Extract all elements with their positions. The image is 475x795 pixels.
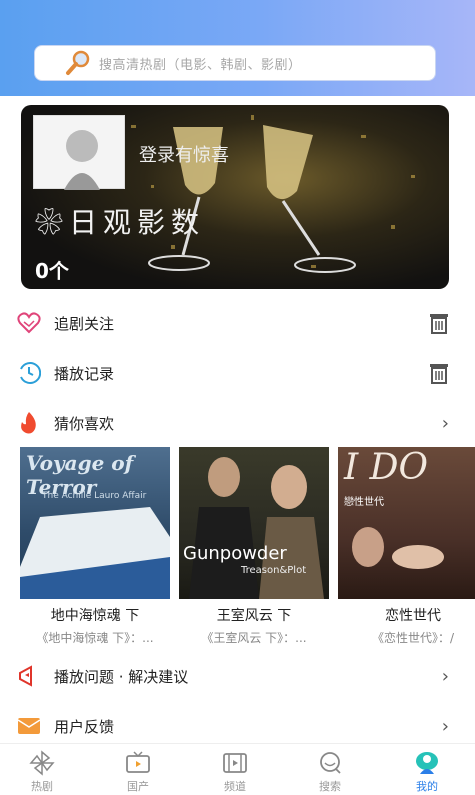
poster-description: 《地中海惊魂 下》：... (36, 631, 154, 645)
profile-icon (416, 752, 438, 774)
avatar[interactable] (33, 115, 125, 190)
feedback-row[interactable]: 用户反馈 › (0, 704, 475, 748)
follow-label: 追剧关注 (54, 314, 115, 333)
tv-icon (126, 751, 150, 773)
feedback-mail-icon (16, 713, 42, 739)
poster-subtitle-text: Treason&Plot (241, 565, 307, 576)
brand-wordmark: ❀日观影数 (35, 206, 206, 239)
history-row[interactable]: 播放记录 (0, 351, 475, 395)
tab-label: 频道 (224, 780, 246, 793)
film-icon (223, 753, 247, 773)
tab-channel[interactable]: 频道 (205, 750, 265, 794)
tab-label: 热剧 (31, 780, 53, 793)
recommendation-carousel[interactable]: Voyage of Terror The Achille Lauro Affai… (0, 447, 475, 647)
search-bar[interactable]: 搜高清热剧（电影、韩剧、影剧） (34, 45, 436, 81)
search-bubble-icon (320, 752, 341, 774)
bottom-tab-bar: 热剧 国产 频道 搜索 我的 (0, 743, 475, 795)
tab-hot[interactable]: 热剧 (12, 750, 72, 794)
chevron-right-icon[interactable]: › (442, 716, 449, 737)
poster-title-text: Gunpowder (183, 543, 287, 564)
megaphone-icon (16, 663, 42, 689)
tab-domestic[interactable]: 国产 (108, 750, 168, 794)
watch-count: 0个 (35, 259, 69, 283)
header: 搜高清热剧（电影、韩剧、影剧） (0, 0, 475, 96)
logo-icon: ❀ (35, 206, 70, 239)
flame-icon (16, 410, 42, 436)
poster-card[interactable]: I DO 戀性世代 恋性世代 《恋性世代》：/ (338, 447, 475, 646)
avatar-image (64, 130, 100, 190)
trash-icon[interactable] (427, 311, 451, 335)
trash-icon[interactable] (427, 361, 451, 385)
login-prompt[interactable]: 登录有惊喜 (139, 141, 229, 167)
champagne-glasses-image (131, 115, 415, 273)
poster-image: Gunpowder Treason&Plot (179, 447, 329, 599)
tab-label: 我的 (416, 780, 438, 793)
poster-image: Voyage of Terror The Achille Lauro Affai… (20, 447, 170, 599)
follow-row[interactable]: 追剧关注 (0, 301, 475, 345)
poster-card[interactable]: Voyage of Terror The Achille Lauro Affai… (20, 447, 170, 646)
poster-description: 《恋性世代》：/ (371, 631, 455, 645)
poster-title: 恋性世代 (385, 608, 441, 624)
issues-label: 播放问题 · 解决建议 (54, 667, 189, 686)
history-clock-icon (16, 360, 42, 386)
poster-description: 《王室风云 下》：... (201, 631, 307, 645)
search-placeholder: 搜高清热剧（电影、韩剧、影剧） (99, 57, 302, 73)
poster-title: 王室风云 下 (216, 608, 292, 624)
tab-label: 搜索 (319, 780, 341, 793)
chevron-right-icon[interactable]: › (442, 413, 449, 434)
feedback-label: 用户反馈 (54, 717, 115, 736)
recommend-label: 猜你喜欢 (54, 414, 115, 433)
pinwheel-icon (29, 750, 55, 776)
tab-label: 国产 (127, 780, 149, 793)
poster-card[interactable]: Gunpowder Treason&Plot 王室风云 下 《王室风云 下》：.… (179, 447, 329, 646)
poster-title: 地中海惊魂 下 (50, 608, 140, 624)
history-label: 播放记录 (54, 364, 115, 383)
tab-mine[interactable]: 我的 (397, 750, 457, 794)
magnifier-icon (66, 50, 90, 75)
tab-search[interactable]: 搜索 (300, 750, 360, 794)
heart-icon (16, 310, 42, 336)
chevron-right-icon[interactable]: › (442, 666, 449, 687)
poster-image: I DO 戀性世代 (338, 447, 475, 599)
issues-row[interactable]: 播放问题 · 解决建议 › (0, 654, 475, 698)
login-banner[interactable]: 登录有惊喜 ❀日观影数 0个 (21, 105, 449, 289)
recommend-row[interactable]: 猜你喜欢 › (0, 401, 475, 445)
